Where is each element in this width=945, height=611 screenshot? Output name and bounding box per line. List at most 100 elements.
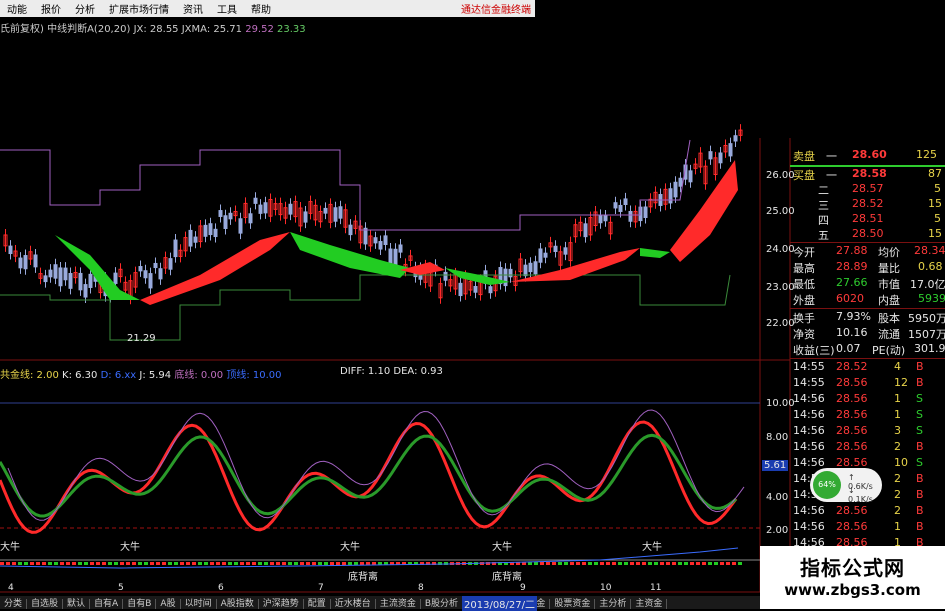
sheet-tab[interactable]: 配置 [303, 599, 331, 609]
divider [790, 358, 945, 359]
tick-cell: 1 [894, 408, 901, 421]
strip-cell [18, 562, 22, 565]
strip-cell [564, 562, 568, 565]
k-line [0, 420, 738, 534]
strip-cell [588, 562, 592, 565]
strip-cell [36, 562, 40, 565]
candle-body [643, 206, 648, 219]
sheet-tab[interactable]: B股分析 [420, 599, 464, 609]
candle-body [48, 269, 53, 278]
strip-cell [630, 562, 634, 565]
menu-item[interactable]: 报价 [34, 1, 68, 16]
sheet-tab[interactable]: 主流资金 [375, 599, 421, 609]
candle-body [563, 247, 568, 255]
strip-cell [228, 562, 232, 565]
strip-cell [552, 562, 556, 565]
menu-item[interactable]: 动能 [0, 1, 34, 16]
candle-body [78, 272, 83, 291]
month-label: 10 [600, 583, 612, 593]
candlestick-series [0, 124, 743, 341]
candle-body [253, 197, 258, 204]
network-speed-widget[interactable]: 64% ↑ 0.6K/s ↓ 0.1K/s [810, 468, 882, 504]
strip-cell [258, 562, 262, 565]
sheet-tab-bar: 分类 自选股 默认 自有A 自有B A股 以时间 A股指数 沪深趋势 配置 近水楼台 主流资金 B股分析… [0, 596, 780, 609]
sheet-tab[interactable]: 默认 [63, 599, 91, 609]
strip-cell [702, 562, 706, 565]
strip-cell [60, 562, 64, 565]
menu-item[interactable]: 工具 [210, 1, 244, 16]
stat-row: 今开 27.88 均价 28.34 [793, 244, 945, 259]
menu-item[interactable]: 帮助 [244, 1, 278, 16]
buy-row[interactable]: 买盘 一 28.58 87 [790, 167, 945, 183]
strip-cell [42, 562, 46, 565]
sheet-tab[interactable]: 主分析 [595, 599, 632, 609]
strip-cell [66, 562, 70, 565]
candle-body [668, 188, 673, 204]
tick-cell: 1 [894, 392, 901, 405]
tick-cell: 28.56 [836, 424, 868, 437]
sheet-tab[interactable]: 自有B [123, 599, 157, 609]
sheet-tab[interactable]: 近水楼台 [330, 599, 376, 609]
tick-cell: 2 [894, 504, 901, 517]
strip-cell [0, 562, 4, 565]
sheet-tab[interactable]: 股票资金 [550, 599, 596, 609]
ad-banner[interactable]: 通达信金融终端 [461, 1, 535, 16]
sheet-tab[interactable]: 分类 [0, 599, 28, 609]
sheet-tab[interactable]: 沪深趋势 [258, 599, 304, 609]
buy-row[interactable]: 三 28.52 15 [790, 197, 945, 213]
menu-item[interactable]: 扩展市场行情 [102, 1, 176, 16]
candle-body [68, 273, 73, 289]
candle-body [508, 268, 513, 278]
strip-cell [312, 562, 316, 565]
sheet-tab[interactable]: 主资金 [631, 599, 668, 609]
month-label: 8 [418, 583, 424, 593]
sell-row[interactable]: 卖盘 一 28.60 125 [790, 148, 945, 164]
strip-cell [366, 562, 370, 565]
candle-body [338, 206, 343, 219]
tick-cell: 10 [894, 456, 908, 469]
strip-cell [288, 562, 292, 565]
indicator-info-line: 氏前复权) 中线判断A(20,20) JX: 28.55 JXMA: 25.71… [0, 20, 306, 35]
strip-cell [204, 562, 208, 565]
strip-cell [108, 562, 112, 565]
strip-cell [210, 562, 214, 565]
candle-body [83, 284, 88, 298]
menu-item[interactable]: 资讯 [176, 1, 210, 16]
buy-row[interactable]: 四 28.51 5 [790, 212, 945, 228]
buy-row[interactable]: 五 28.50 15 [790, 227, 945, 243]
candle-body [303, 211, 308, 223]
site-watermark: 指标公式网 www.zbgs3.com [760, 546, 945, 609]
strip-cell [330, 562, 334, 565]
sheet-tab[interactable]: A股指数 [216, 599, 259, 609]
sheet-tab[interactable]: A股 [156, 599, 181, 609]
strip-cell [666, 562, 670, 565]
strip-cell [114, 562, 118, 565]
menu-item[interactable]: 分析 [68, 1, 102, 16]
sheet-tab[interactable]: 以时间 [180, 599, 217, 609]
candle-body [63, 267, 68, 281]
tick-cell: 14:55 [793, 360, 825, 373]
strip-cell [264, 562, 268, 565]
candle-body [188, 229, 193, 247]
month-label: 4 [8, 583, 14, 593]
candle-body [263, 202, 268, 214]
strip-cell [12, 562, 16, 565]
strip-cell [654, 562, 658, 565]
info-adjust: 氏前复权) [0, 24, 44, 35]
strip-cell [96, 562, 100, 565]
candle-body [88, 273, 93, 288]
tick-row: 14:56 28.56 1 B [790, 520, 945, 536]
buy-row[interactable]: 二 28.57 5 [790, 182, 945, 198]
strip-cell [186, 562, 190, 565]
strip-cell [54, 562, 58, 565]
candle-body [323, 207, 328, 214]
sheet-tab[interactable]: 自选股 [27, 599, 64, 609]
info-lower: 23.33 [277, 24, 306, 35]
info-jx: JX: 28.55 [133, 24, 179, 35]
strip-cell [294, 562, 298, 565]
tick-cell: 2 [894, 488, 901, 501]
tick-cell: 14:56 [793, 392, 825, 405]
strip-cell [336, 562, 340, 565]
strip-cell [546, 562, 550, 565]
sheet-tab[interactable]: 自有A [90, 599, 124, 609]
